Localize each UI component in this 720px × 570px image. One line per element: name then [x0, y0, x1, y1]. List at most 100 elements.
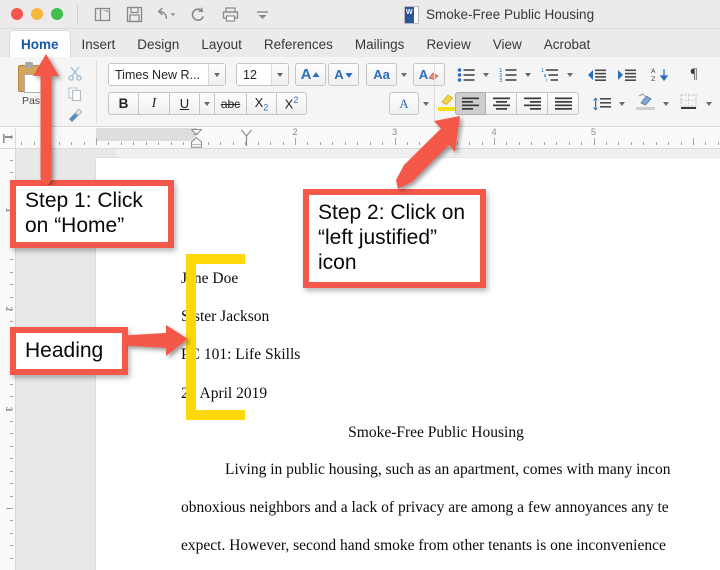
tab-insert[interactable]: Insert [71, 31, 127, 58]
svg-text:A: A [651, 67, 656, 75]
print-icon[interactable] [220, 4, 240, 24]
shading-dropdown-icon[interactable] [659, 92, 672, 115]
font-size-combo[interactable]: 12 [236, 63, 289, 86]
svg-text:3: 3 [499, 78, 503, 82]
ruler-tick [133, 142, 135, 145]
change-case-dropdown-icon[interactable] [397, 63, 411, 86]
close-button[interactable] [11, 8, 23, 20]
sort-button[interactable]: A Z [645, 63, 673, 86]
underline-dropdown-icon[interactable] [200, 92, 215, 115]
italic-button[interactable]: I [139, 92, 170, 115]
vertical-ruler-number: 2 [4, 306, 14, 312]
font-family-combo[interactable]: Times New R... [108, 63, 226, 86]
ruler-tick [680, 142, 682, 145]
numbering-button[interactable]: 1 2 3 [494, 63, 522, 86]
line-spacing-dropdown-icon[interactable] [615, 92, 628, 115]
ruler-tick [120, 142, 122, 145]
vertical-ruler-tick [10, 172, 13, 174]
tab-review[interactable]: Review [415, 31, 481, 58]
minimize-button[interactable] [31, 8, 43, 20]
show-formatting-marks-button[interactable]: ¶ [680, 63, 708, 86]
numbering-dropdown-icon[interactable] [521, 63, 534, 86]
left-indent-marker[interactable] [191, 137, 202, 148]
multilevel-list-dropdown-icon[interactable] [563, 63, 576, 86]
first-line-indent-marker[interactable] [191, 129, 202, 135]
vertical-ruler-tick [10, 271, 13, 273]
quick-access-toolbar [92, 4, 272, 24]
ruler-tick [295, 138, 296, 145]
ruler-tick [556, 142, 558, 145]
ruler-tick [344, 142, 346, 145]
ruler-tick [630, 142, 632, 145]
ruler-tick [581, 142, 583, 145]
ruler-tick [83, 142, 85, 145]
ruler-tick [705, 142, 707, 145]
grow-font-button[interactable]: A [295, 63, 326, 86]
underline-button[interactable]: U [170, 92, 200, 115]
vertical-ruler-tick [10, 520, 13, 522]
font-family-value: Times New R... [115, 67, 200, 82]
ruler-tick [568, 142, 570, 145]
sidebar-toggle-icon[interactable] [92, 4, 112, 24]
ruler-tick [145, 142, 147, 145]
strikethrough-button[interactable]: abc [215, 92, 247, 115]
undo-icon[interactable] [156, 4, 176, 24]
tab-selector-button[interactable] [0, 128, 16, 149]
align-center-button[interactable] [486, 92, 517, 115]
vertical-ruler-tick [10, 545, 13, 547]
font-family-dropdown-icon[interactable] [208, 64, 225, 85]
callout-heading: Heading [10, 327, 128, 375]
tab-mailings[interactable]: Mailings [344, 31, 416, 58]
decrease-indent-button[interactable] [583, 63, 611, 86]
ruler-tick [655, 142, 657, 145]
shading-icon [638, 93, 652, 106]
title-bar: Smoke-Free Public Housing [0, 0, 720, 29]
vertical-ruler-tick [10, 396, 13, 398]
ruler-tick [332, 142, 334, 145]
subscript-button[interactable]: X2 [247, 92, 277, 115]
borders-button[interactable] [674, 90, 702, 113]
borders-dropdown-icon[interactable] [702, 92, 715, 115]
line-spacing-button[interactable] [588, 92, 616, 115]
shading-button[interactable] [632, 90, 659, 113]
ruler-tick [319, 142, 321, 145]
ribbon-divider-1 [96, 61, 97, 123]
callout-step-2-text: Step 2: Click on “left justified” icon [318, 201, 466, 274]
tab-layout[interactable]: Layout [190, 31, 253, 58]
font-size-dropdown-icon[interactable] [271, 64, 288, 85]
document-title: Smoke-Free Public Housing [404, 0, 594, 29]
callout-heading-text: Heading [25, 338, 104, 362]
shrink-font-button[interactable]: A [328, 63, 359, 86]
justify-button[interactable] [548, 92, 579, 115]
multilevel-list-button[interactable]: 1 a i [536, 63, 564, 86]
increase-indent-button[interactable] [613, 63, 641, 86]
ruler-tick [357, 142, 359, 145]
clear-formatting-button[interactable]: A [413, 63, 445, 86]
word-window: Smoke-Free Public Housing Home Insert De… [0, 0, 720, 570]
bullets-dropdown-icon[interactable] [479, 63, 492, 86]
ruler-tick [307, 142, 309, 145]
ruler-tick [170, 142, 172, 145]
horizontal-ruler[interactable]: 12345 [16, 127, 720, 149]
superscript-button[interactable]: X2 [277, 92, 307, 115]
tab-references[interactable]: References [253, 31, 344, 58]
center-tab-stop[interactable] [240, 129, 253, 147]
bullets-button[interactable] [452, 63, 480, 86]
ruler-tick [494, 138, 495, 145]
tab-design[interactable]: Design [126, 31, 190, 58]
bold-button[interactable]: B [108, 92, 139, 115]
tab-acrobat[interactable]: Acrobat [533, 31, 602, 58]
maximize-button[interactable] [51, 8, 63, 20]
ruler-tick [220, 142, 222, 145]
ruler-number: 2 [292, 127, 298, 138]
customize-toolbar-icon[interactable] [252, 4, 272, 24]
vertical-ruler-number: 3 [4, 405, 14, 412]
ribbon-home: Pas Times New R... 12 A A Aa A B I U abc… [0, 57, 720, 127]
change-case-button[interactable]: Aa [366, 63, 397, 86]
numbered-list-icon: 1 2 3 [499, 68, 516, 82]
tab-view[interactable]: View [482, 31, 533, 58]
save-icon[interactable] [124, 4, 144, 24]
ruler-tick [21, 142, 23, 145]
redo-icon[interactable] [188, 4, 208, 24]
align-right-button[interactable] [517, 92, 548, 115]
